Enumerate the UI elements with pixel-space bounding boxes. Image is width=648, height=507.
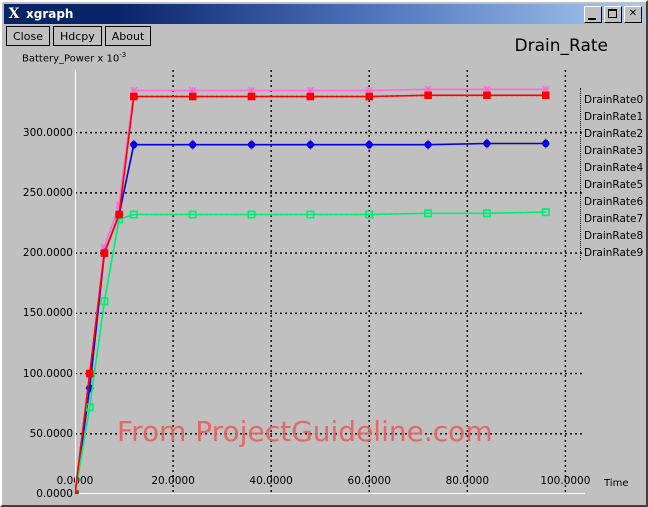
maximize-icon [608, 8, 617, 18]
legend-item-drainrate3[interactable]: DrainRate3 [582, 141, 648, 158]
series-line [75, 211, 546, 494]
legend-label: DrainRate8 [584, 230, 644, 242]
window-controls: ✕ [582, 5, 644, 23]
data-marker [247, 92, 256, 101]
plot-svg [75, 70, 585, 494]
legend-label: DrainRate6 [584, 196, 644, 208]
window-title: xgraph [26, 7, 74, 21]
legend-item-drainrate8[interactable]: DrainRate8 [582, 226, 648, 243]
maximize-button[interactable] [604, 5, 622, 23]
data-marker [365, 86, 373, 95]
legend-label: DrainRate3 [584, 145, 644, 157]
legend-divider [580, 88, 581, 260]
legend-label: DrainRate1 [584, 111, 644, 123]
close-icon: ✕ [628, 8, 638, 19]
data-marker [86, 369, 94, 378]
x-logo-icon: X [8, 6, 20, 22]
data-marker [483, 85, 491, 93]
data-marker [188, 92, 197, 101]
data-marker [130, 92, 138, 101]
data-marker [483, 139, 491, 148]
legend-label: DrainRate7 [584, 213, 644, 225]
data-marker [306, 140, 315, 149]
data-marker [542, 91, 550, 99]
data-marker [130, 140, 138, 149]
data-marker [365, 140, 373, 149]
legend-label: DrainRate0 [584, 94, 644, 106]
data-marker [247, 140, 256, 149]
legend-item-drainrate7[interactable]: DrainRate7 [582, 209, 648, 226]
data-marker [189, 86, 197, 95]
legend-item-drainrate9[interactable]: DrainRate9 [582, 243, 648, 260]
data-marker [188, 140, 197, 149]
close-button[interactable]: ✕ [624, 5, 642, 23]
legend-item-drainrate1[interactable]: DrainRate1 [582, 107, 648, 124]
minimize-button[interactable] [584, 5, 602, 23]
legend-item-drainrate5[interactable]: DrainRate5 [582, 175, 648, 192]
legend-label: DrainRate5 [584, 179, 644, 191]
series-line [75, 142, 546, 494]
window-title-bar[interactable]: X xgraph ✕ [4, 4, 644, 24]
data-marker [542, 85, 550, 93]
data-marker [247, 86, 256, 95]
data-marker [75, 490, 79, 494]
data-marker [306, 92, 315, 101]
legend-item-drainrate6[interactable]: DrainRate6 [582, 192, 648, 209]
minimize-icon [588, 17, 596, 20]
legend-label: DrainRate4 [584, 162, 644, 174]
series-DrainRate1 [75, 208, 550, 494]
series-line [75, 142, 546, 494]
chart-area: Drain_Rate Battery_Power x 10-3 Time 0.0… [4, 26, 644, 505]
series-line [75, 142, 546, 494]
data-marker [483, 91, 491, 99]
xgraph-window: X xgraph ✕ Close Hdcpy About Drain_Rate … [0, 0, 648, 507]
legend-item-drainrate4[interactable]: DrainRate4 [582, 158, 648, 175]
data-marker [542, 139, 550, 148]
series-line [75, 142, 546, 494]
data-marker [365, 92, 373, 101]
series-line [75, 142, 546, 494]
series-line [75, 211, 546, 494]
series-DrainRate9 [75, 208, 550, 494]
legend-label: DrainRate9 [584, 247, 644, 259]
data-marker [100, 249, 109, 257]
legend-label: DrainRate2 [584, 128, 644, 140]
data-marker [130, 86, 138, 95]
data-marker [424, 85, 432, 93]
legend-item-drainrate0[interactable]: DrainRate0 [582, 90, 648, 107]
data-marker [424, 140, 432, 149]
plot-canvas [75, 70, 585, 494]
data-marker [306, 86, 315, 95]
data-marker [115, 210, 123, 219]
legend: DrainRate0 DrainRate1 DrainRate2 DrainRate3… [582, 90, 648, 260]
data-marker [424, 91, 432, 99]
legend-item-drainrate2[interactable]: DrainRate2 [582, 124, 648, 141]
